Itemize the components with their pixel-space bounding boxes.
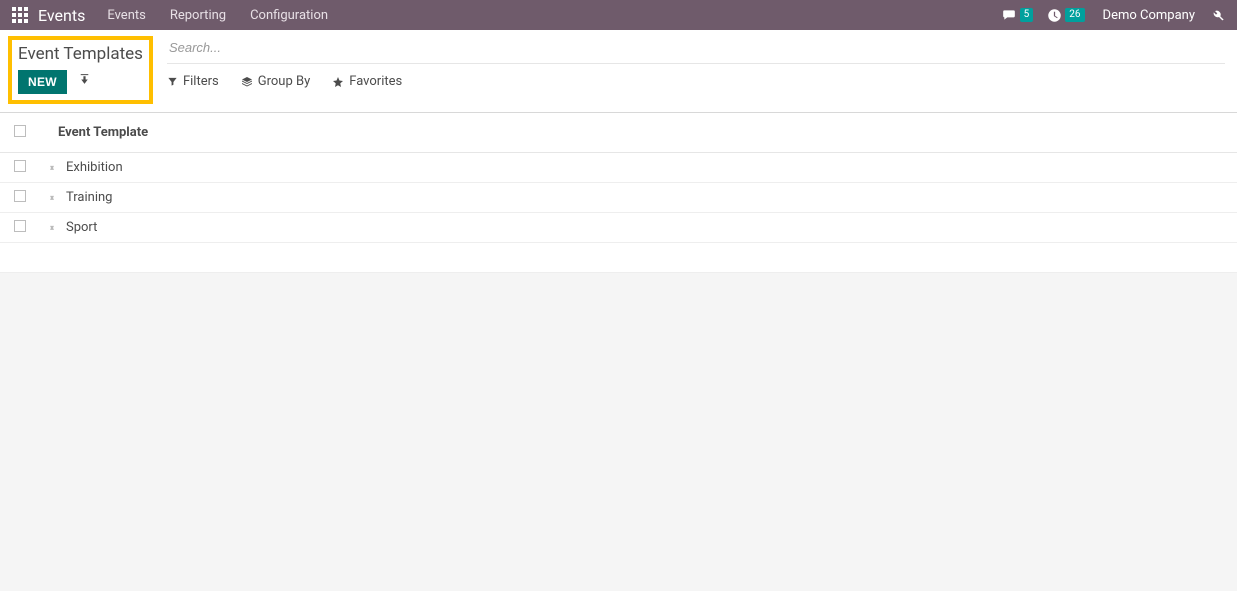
filters-label: Filters: [183, 74, 219, 89]
layers-icon: [241, 76, 253, 88]
nav-menu-events[interactable]: Events: [107, 8, 145, 23]
company-name: Demo Company: [1103, 8, 1195, 23]
star-icon: [332, 76, 344, 88]
list-view: Event Template Exhibition Training Sport: [0, 113, 1237, 273]
favorites-button[interactable]: Favorites: [332, 74, 402, 89]
search-input[interactable]: [167, 36, 1225, 59]
activities-badge: 26: [1065, 8, 1084, 22]
nav-menu-reporting[interactable]: Reporting: [170, 8, 226, 23]
apps-icon[interactable]: [12, 7, 28, 23]
nav-menu-configuration[interactable]: Configuration: [250, 8, 328, 23]
favorites-label: Favorites: [349, 74, 402, 89]
select-all-checkbox[interactable]: [14, 125, 26, 137]
speech-bubble-icon: [1001, 8, 1017, 22]
download-icon: [78, 73, 91, 86]
clock-icon: [1047, 8, 1062, 23]
table-row[interactable]: Exhibition: [0, 153, 1237, 183]
table-row[interactable]: Sport: [0, 213, 1237, 243]
filters-button[interactable]: Filters: [167, 74, 219, 89]
groupby-button[interactable]: Group By: [241, 74, 311, 89]
row-name: Sport: [66, 220, 97, 235]
export-button[interactable]: [78, 73, 91, 89]
new-button[interactable]: NEW: [18, 70, 67, 94]
main-navbar: Events Events Reporting Configuration 5 …: [0, 0, 1237, 30]
highlight-annotation: Event Templates NEW: [8, 36, 153, 104]
row-checkbox[interactable]: [14, 160, 26, 172]
app-name[interactable]: Events: [38, 6, 85, 25]
column-header-name[interactable]: Event Template: [50, 125, 148, 140]
company-switcher[interactable]: Demo Company: [1103, 8, 1195, 23]
debug-tools-button[interactable]: [1209, 7, 1225, 23]
row-name: Training: [66, 190, 112, 205]
groupby-label: Group By: [258, 74, 311, 89]
list-footer: [0, 243, 1237, 273]
row-name: Exhibition: [66, 160, 123, 175]
activities-button[interactable]: 26: [1047, 8, 1084, 23]
row-checkbox[interactable]: [14, 190, 26, 202]
messages-badge: 5: [1020, 8, 1034, 22]
list-header-row: Event Template: [0, 113, 1237, 153]
row-checkbox[interactable]: [14, 220, 26, 232]
breadcrumb: Event Templates: [18, 44, 143, 64]
table-row[interactable]: Training: [0, 183, 1237, 213]
wrench-icon: [1209, 7, 1225, 23]
messages-button[interactable]: 5: [1001, 8, 1034, 22]
funnel-icon: [167, 76, 178, 87]
control-panel: Event Templates NEW Filters: [0, 30, 1237, 113]
